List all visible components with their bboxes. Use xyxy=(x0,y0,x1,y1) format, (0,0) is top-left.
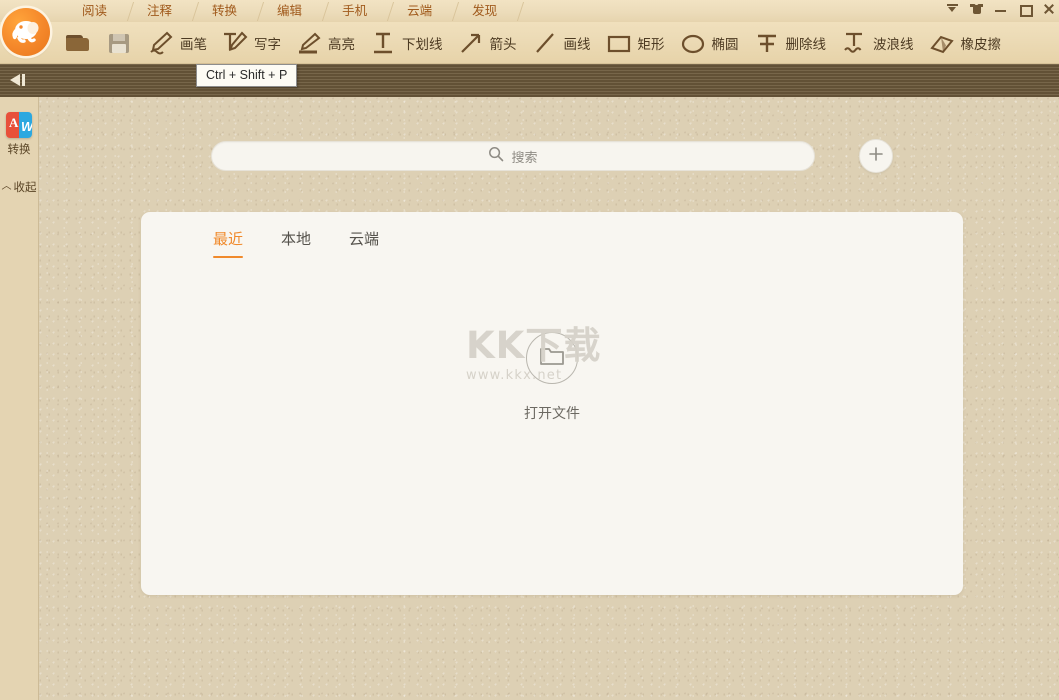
tool-underline-label: 下划线 xyxy=(402,33,443,53)
tool-highlight[interactable]: 高亮 xyxy=(288,22,362,64)
strikethrough-icon xyxy=(753,29,781,57)
rectangle-icon xyxy=(605,29,633,57)
tool-arrow-label: 箭头 xyxy=(490,33,517,53)
wavy-line-icon xyxy=(840,29,868,57)
underline-icon xyxy=(369,29,397,57)
pen-icon xyxy=(147,29,175,57)
menu-item-cloud[interactable]: 云端 xyxy=(387,0,452,22)
toolbar: 画笔 写字 高亮 下划线 xyxy=(0,22,1059,64)
tab-recent[interactable]: 最近 xyxy=(213,228,243,258)
tool-eraser[interactable]: 橡皮擦 xyxy=(921,22,1009,64)
tool-typewrite[interactable]: 写字 xyxy=(214,22,288,64)
tool-wavy-line-label: 波浪线 xyxy=(873,33,914,53)
highlight-icon xyxy=(295,29,323,57)
search-row: 搜索 xyxy=(39,97,1059,217)
plus-icon xyxy=(867,145,885,168)
save-button[interactable] xyxy=(98,22,140,64)
sidebar-collapse-label: 收起 xyxy=(14,179,37,195)
pdf-to-word-icon: A W xyxy=(6,112,32,138)
tool-pen-label: 画笔 xyxy=(180,33,207,53)
menu-item-list: 阅读 注释 转换 编辑 手机 云端 发现 xyxy=(62,0,517,22)
menu-item-annotate[interactable]: 注释 xyxy=(127,0,192,22)
folder-outline-icon xyxy=(539,345,565,372)
tool-underline[interactable]: 下划线 xyxy=(362,22,450,64)
maximize-icon[interactable] xyxy=(1018,3,1031,16)
tool-rectangle[interactable]: 矩形 xyxy=(598,22,672,64)
tab-local[interactable]: 本地 xyxy=(281,228,311,258)
tool-pen[interactable]: 画笔 xyxy=(140,22,214,64)
search-input[interactable]: 搜索 xyxy=(211,141,815,171)
tool-rectangle-label: 矩形 xyxy=(638,33,665,53)
save-icon xyxy=(105,29,133,57)
menu-item-edit[interactable]: 编辑 xyxy=(257,0,322,22)
line-icon xyxy=(531,29,559,57)
tool-ellipse-label: 椭圆 xyxy=(712,33,739,53)
empty-state: 打开文件 xyxy=(141,332,963,423)
sidebar-convert-label: 转换 xyxy=(8,141,31,157)
collapse-panel-icon[interactable] xyxy=(6,70,32,90)
pdf-mark: A xyxy=(9,115,18,131)
menu-item-discover[interactable]: 发现 xyxy=(452,0,517,22)
open-file-button[interactable] xyxy=(56,22,98,64)
open-file-label: 打开文件 xyxy=(524,403,580,423)
tool-arrow[interactable]: 箭头 xyxy=(450,22,524,64)
tool-strikethrough[interactable]: 删除线 xyxy=(746,22,834,64)
arrow-icon xyxy=(457,29,485,57)
shortcut-tooltip: Ctrl + Shift + P xyxy=(196,64,297,87)
eraser-icon xyxy=(928,29,956,57)
ellipse-icon xyxy=(679,29,707,57)
minimize-icon[interactable] xyxy=(994,3,1007,16)
close-icon[interactable] xyxy=(1042,3,1055,16)
tab-cloud[interactable]: 云端 xyxy=(349,228,379,258)
search-placeholder: 搜索 xyxy=(511,147,537,166)
tool-ellipse[interactable]: 椭圆 xyxy=(672,22,746,64)
left-sidebar: A W 转换 ︿ 收起 xyxy=(0,97,39,700)
file-source-tabs: 最近 本地 云端 xyxy=(213,228,379,258)
skin-icon[interactable] xyxy=(970,3,983,16)
tool-wavy-line[interactable]: 波浪线 xyxy=(833,22,921,64)
elephant-logo-icon[interactable] xyxy=(2,8,50,56)
add-button[interactable] xyxy=(859,139,893,173)
tool-highlight-label: 高亮 xyxy=(328,33,355,53)
menu-item-read[interactable]: 阅读 xyxy=(62,0,127,22)
tool-eraser-label: 橡皮擦 xyxy=(961,33,1002,53)
typewrite-icon xyxy=(221,29,249,57)
open-file-circle-button[interactable] xyxy=(526,332,578,384)
menu-item-convert[interactable]: 转换 xyxy=(192,0,257,22)
menu-item-mobile[interactable]: 手机 xyxy=(322,0,387,22)
menu-bar: 阅读 注释 转换 编辑 手机 云端 发现 xyxy=(0,0,1059,22)
tool-line-label: 画线 xyxy=(564,33,591,53)
download-icon[interactable] xyxy=(946,3,959,16)
chevron-up-icon: ︿ xyxy=(2,182,12,192)
tool-strikethrough-label: 删除线 xyxy=(786,33,827,53)
window-controls xyxy=(946,0,1055,18)
files-card: 最近 本地 云端 打开文件 xyxy=(141,212,963,595)
open-folder-icon xyxy=(63,29,91,57)
sidebar-item-convert[interactable]: A W 转换 xyxy=(6,112,32,157)
panel-strip xyxy=(0,64,1059,97)
word-mark: W xyxy=(21,119,32,134)
sidebar-collapse-button[interactable]: ︿ 收起 xyxy=(2,179,37,195)
search-icon xyxy=(488,146,504,167)
tool-line[interactable]: 画线 xyxy=(524,22,598,64)
tool-typewrite-label: 写字 xyxy=(254,33,281,53)
